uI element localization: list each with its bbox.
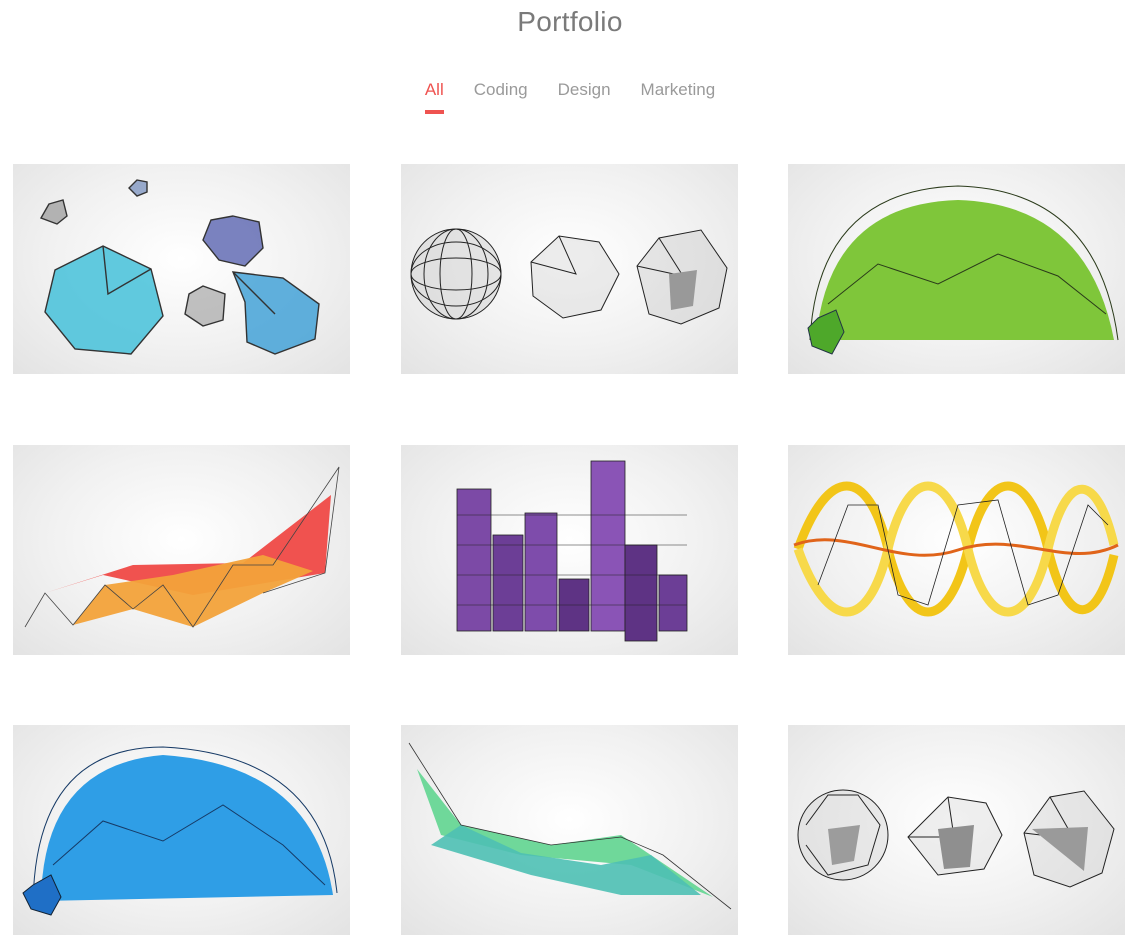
gray-polyhedra-image — [797, 789, 1115, 888]
portfolio-item-blue-dome[interactable] — [13, 725, 350, 935]
tab-marketing[interactable]: Marketing — [641, 80, 716, 114]
purple-bars-image — [456, 460, 688, 642]
filter-tabs: All Coding Design Marketing — [0, 80, 1140, 114]
green-dome-image — [807, 185, 1119, 355]
portfolio-item-red-orange-ribbon[interactable] — [13, 445, 350, 655]
wireframe-spheres-image — [410, 228, 728, 325]
red-orange-ribbon-image — [24, 466, 340, 628]
tab-design[interactable]: Design — [558, 80, 611, 114]
page-title: Portfolio — [517, 6, 623, 37]
tab-coding[interactable]: Coding — [474, 80, 528, 114]
portfolio-item-gray-polyhedra[interactable] — [788, 725, 1125, 935]
blue-icosahedra-image — [39, 179, 320, 355]
tab-all[interactable]: All — [424, 80, 444, 114]
blue-dome-image — [22, 746, 338, 916]
portfolio-item-yellow-helix[interactable] — [788, 445, 1125, 655]
portfolio-item-purple-bars[interactable] — [401, 445, 738, 655]
portfolio-item-green-dome[interactable] — [788, 164, 1125, 374]
portfolio-item-wireframe-spheres[interactable] — [401, 164, 738, 374]
green-teal-ribbon-image — [408, 742, 732, 910]
portfolio-item-green-teal-ribbon[interactable] — [401, 725, 738, 935]
yellow-helix-image — [793, 481, 1119, 617]
portfolio-item-blue-icosahedra[interactable] — [13, 164, 350, 374]
